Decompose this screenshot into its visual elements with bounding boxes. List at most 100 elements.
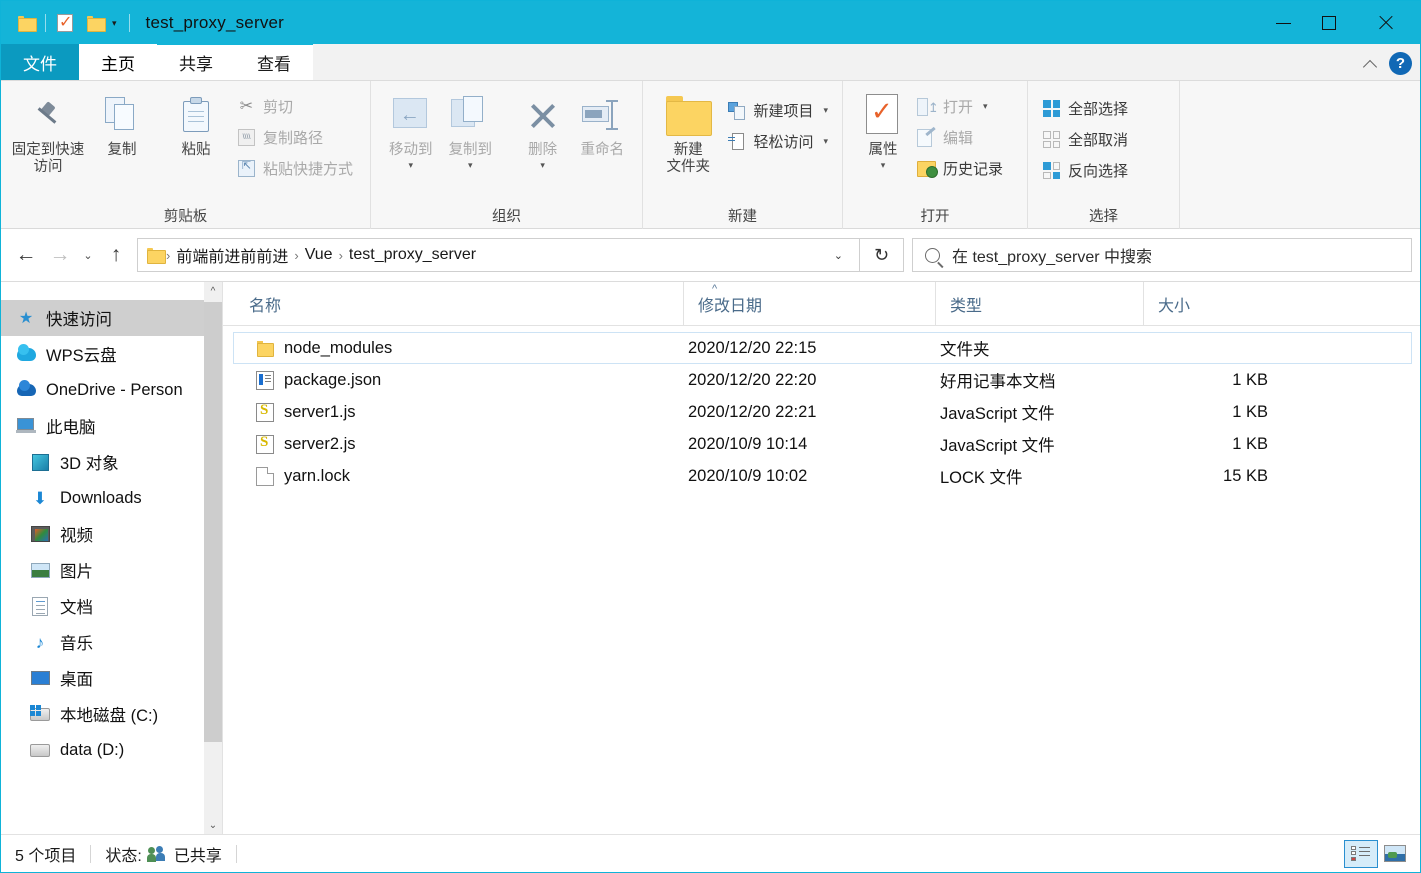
cut-button[interactable]: ✂ 剪切 [233,93,357,120]
new-folder-icon[interactable] [80,8,110,38]
copy-path-button[interactable]: \\\\ 复制路径 [233,124,357,151]
edit-button[interactable]: 编辑 [913,124,1007,151]
paste-shortcut-icon: ⇱ [237,159,256,178]
tab-share[interactable]: 共享 [157,44,235,80]
address-dropdown-icon[interactable]: ⌄ [824,249,853,262]
breadcrumb-item-1[interactable]: Vue [301,246,337,264]
new-item-icon [727,101,746,120]
paste-shortcut-button[interactable]: ⇱ 粘贴快捷方式 [233,155,357,182]
file-date-cell: 2020/12/20 22:20 [688,370,817,389]
music-icon: ♪ [35,632,45,652]
file-name-cell[interactable]: node_modules [250,339,688,358]
file-type-cell: JavaScript 文件 [940,437,1055,455]
file-name-cell[interactable]: yarn.lock [250,466,688,486]
history-button[interactable]: 历史记录 [913,155,1007,182]
properties-check-icon[interactable] [50,8,80,38]
search-input[interactable]: 在 test_proxy_server 中搜索 [952,243,1152,267]
new-item-button[interactable]: 新建项目 ▾ [723,97,832,124]
scroll-up-icon[interactable]: ^ [204,282,222,300]
refresh-button[interactable]: ↻ [860,238,904,272]
ribbon: 固定到快速访问 复制 粘贴 ✂ 剪切 \\\\ 复制路径 ⇱ 粘贴快捷方式 剪贴… [1,81,1420,229]
file-name-cell[interactable]: server1.js [250,402,688,422]
paste-button[interactable]: 粘贴 [159,89,233,159]
select-buttons: 全部选择 全部取消 反向选择 [1038,91,1132,184]
sidebar-item-3d-objects[interactable]: 3D 对象 [1,444,222,480]
select-none-button[interactable]: 全部取消 [1038,126,1132,153]
sidebar-item-videos[interactable]: 视频 [1,516,222,552]
sidebar-item-quick-access[interactable]: ★ 快速访问 [1,300,222,336]
maximize-button[interactable] [1306,1,1352,45]
file-name-cell[interactable]: server2.js [250,434,688,454]
chevron-down-icon[interactable]: ▾ [468,160,473,171]
search-box[interactable]: 在 test_proxy_server 中搜索 [912,238,1412,272]
tab-file[interactable]: 文件 [1,44,79,80]
properties-button[interactable]: ✓ 属性 ▾ [853,89,913,171]
collapse-ribbon-icon[interactable] [1363,55,1379,71]
up-button[interactable]: ↑ [99,238,133,272]
column-header-type[interactable]: 类型 [935,281,1143,326]
easy-access-button[interactable]: 轻松访问 ▾ [723,128,832,155]
documents-icon [29,596,51,616]
chevron-down-icon[interactable]: ▾ [983,101,988,112]
help-icon[interactable]: ? [1389,51,1412,75]
minimize-button[interactable] [1260,1,1306,45]
chevron-down-icon[interactable]: ▾ [409,160,414,171]
column-header-name[interactable]: 名称 [239,282,683,326]
open-button[interactable]: ↥ 打开 ▾ [913,93,1007,120]
sidebar-item-pictures[interactable]: 图片 [1,552,222,588]
table-row[interactable]: package.json 2020/12/20 22:20 好用记事本文档 1 … [233,364,1412,396]
sidebar-item-downloads[interactable]: ⬇ Downloads [1,480,222,516]
chevron-down-icon[interactable]: ▾ [881,160,886,171]
table-row[interactable]: server2.js 2020/10/9 10:14 JavaScript 文件… [233,428,1412,460]
drive-icon [29,740,51,760]
sidebar-item-music[interactable]: ♪ 音乐 [1,624,222,660]
recent-locations-button[interactable]: ⌄ [77,238,99,272]
tab-home[interactable]: 主页 [79,44,157,80]
back-button[interactable]: ← [9,238,43,272]
column-header-date[interactable]: 修改日期 [683,281,935,326]
sidebar-item-documents[interactable]: 文档 [1,588,222,624]
chevron-down-icon[interactable]: ▾ [110,18,125,29]
pin-to-quick-access-button[interactable]: 固定到快速访问 [11,89,85,176]
sidebar-item-this-pc[interactable]: 此电脑 [1,408,222,444]
delete-label: 删除 [528,142,558,158]
chevron-down-icon[interactable]: ▾ [823,105,828,116]
details-view-button[interactable] [1344,839,1378,868]
table-row[interactable]: yarn.lock 2020/10/9 10:02 LOCK 文件 15 KB [233,460,1412,492]
explorer-icon[interactable] [11,8,41,38]
sidebar-item-local-disk-c[interactable]: 本地磁盘 (C:) [1,696,222,732]
file-name-cell[interactable]: package.json [250,370,688,390]
rename-button[interactable]: 重命名 [572,89,632,159]
copy-button[interactable]: 复制 [85,89,159,159]
3d-objects-icon [29,452,51,472]
close-button[interactable] [1352,1,1420,45]
delete-button[interactable]: 删除 ▾ [513,89,573,171]
navigation-scrollbar[interactable]: ^ ⌄ [204,282,222,834]
chevron-down-icon[interactable]: ▾ [823,136,828,147]
sidebar-item-wps-cloud[interactable]: WPS云盘 [1,336,222,372]
scrollbar-thumb[interactable] [204,302,222,742]
select-all-button[interactable]: 全部选择 [1038,95,1132,122]
scroll-down-icon[interactable]: ⌄ [204,816,222,834]
copy-to-button[interactable]: 复制到 ▾ [441,89,501,171]
sidebar-item-label: 此电脑 [46,419,96,437]
sidebar-item-desktop[interactable]: 桌面 [1,660,222,696]
move-to-button[interactable]: ← 移动到 ▾ [381,89,441,171]
chevron-down-icon[interactable]: ▾ [540,160,545,171]
address-bar[interactable]: › 前端前进前前进 › Vue › test_proxy_server ⌄ [137,238,860,272]
sidebar-item-onedrive[interactable]: OneDrive - Person [1,372,222,408]
window-title: test_proxy_server [145,13,285,32]
copy-path-icon: \\\\ [237,128,256,147]
breadcrumb-item-2[interactable]: test_proxy_server [345,246,480,264]
table-row[interactable]: server1.js 2020/12/20 22:21 JavaScript 文… [233,396,1412,428]
breadcrumb-item-0[interactable]: 前端前进前前进 [172,243,292,267]
new-folder-button[interactable]: 新建 文件夹 [653,89,723,176]
invert-selection-button[interactable]: 反向选择 [1038,157,1132,184]
tab-view[interactable]: 查看 [235,44,313,80]
column-header-size[interactable]: 大小 [1143,281,1273,326]
table-row[interactable]: node_modules 2020/12/20 22:15 文件夹 [233,332,1412,364]
large-icons-view-button[interactable] [1378,840,1412,868]
edit-icon [917,126,936,147]
sidebar-item-data-d[interactable]: data (D:) [1,732,222,768]
forward-button[interactable]: → [43,238,77,272]
